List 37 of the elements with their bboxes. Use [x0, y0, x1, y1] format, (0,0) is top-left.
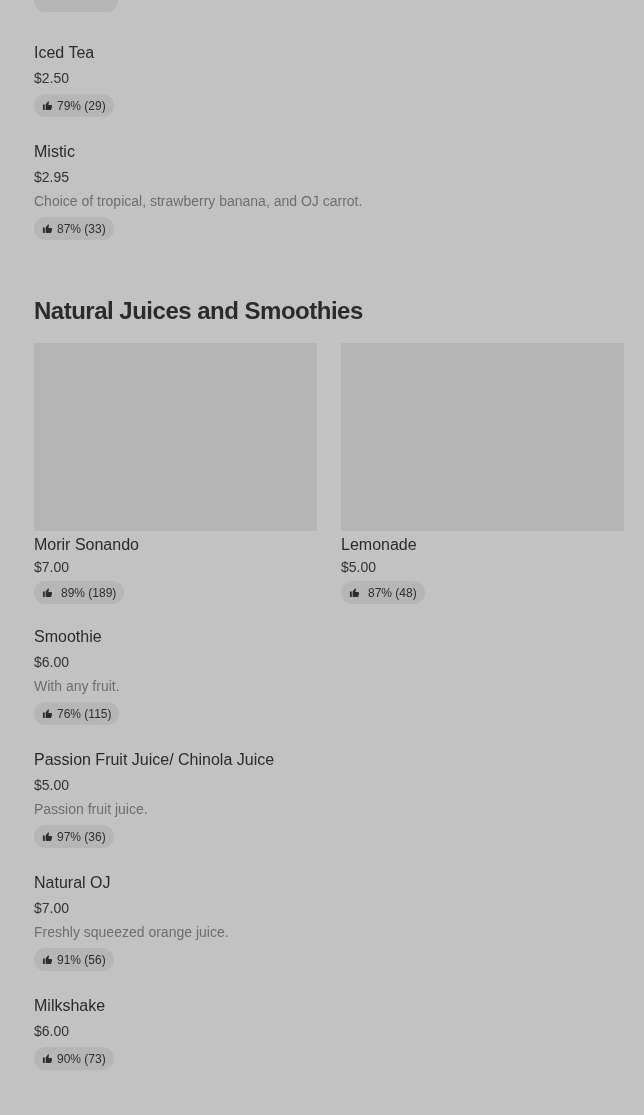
item-name: Passion Fruit Juice/ Chinola Juice [34, 750, 275, 770]
item-price: $2.50 [34, 69, 70, 88]
rating-text: 89% (189) [61, 584, 117, 602]
item-name: Mistic [34, 142, 75, 162]
item-name: Natural OJ [34, 873, 111, 893]
thumbs-up-icon [42, 587, 53, 598]
item-description: With any fruit. [34, 677, 120, 696]
item-price: $6.00 [34, 653, 70, 672]
rating-text: 90% (73) [57, 1050, 106, 1068]
item-price: $5.00 [341, 558, 377, 577]
item-price: $2.95 [34, 168, 70, 187]
rating-text: 76% (115) [57, 705, 112, 723]
item-description: Freshly squeezed orange juice. [34, 923, 229, 942]
thumbs-up-icon [349, 587, 360, 598]
item-name: Smoothie [34, 627, 102, 647]
item-description: Passion fruit juice. [34, 800, 148, 819]
rating-text: 87% (48) [368, 584, 417, 602]
thumbs-up-icon [42, 1053, 53, 1064]
item-name: Morir Sonando [34, 535, 139, 555]
thumbs-up-icon [42, 100, 53, 111]
rating-text: 79% (29) [57, 97, 106, 115]
item-price: $6.00 [34, 1022, 70, 1041]
item-price: $7.00 [34, 558, 70, 577]
thumbs-up-icon [42, 831, 53, 842]
thumbs-up-icon [42, 954, 53, 965]
item-name: Milkshake [34, 996, 106, 1016]
item-description: Choice of tropical, strawberry banana, and OJ carrot. [34, 192, 363, 211]
item-price: $7.00 [34, 899, 70, 918]
thumbs-up-icon [42, 708, 53, 719]
thumbs-up-icon [42, 223, 53, 234]
rating-text: 97% (36) [57, 828, 106, 846]
item-price: $5.00 [34, 776, 70, 795]
item-name: Iced Tea [34, 43, 95, 63]
section-heading: Natural Juices and Smoothies [34, 296, 364, 326]
rating-text: 91% (56) [57, 951, 106, 969]
rating-text: 87% (33) [57, 220, 106, 238]
item-name: Lemonade [341, 535, 417, 555]
